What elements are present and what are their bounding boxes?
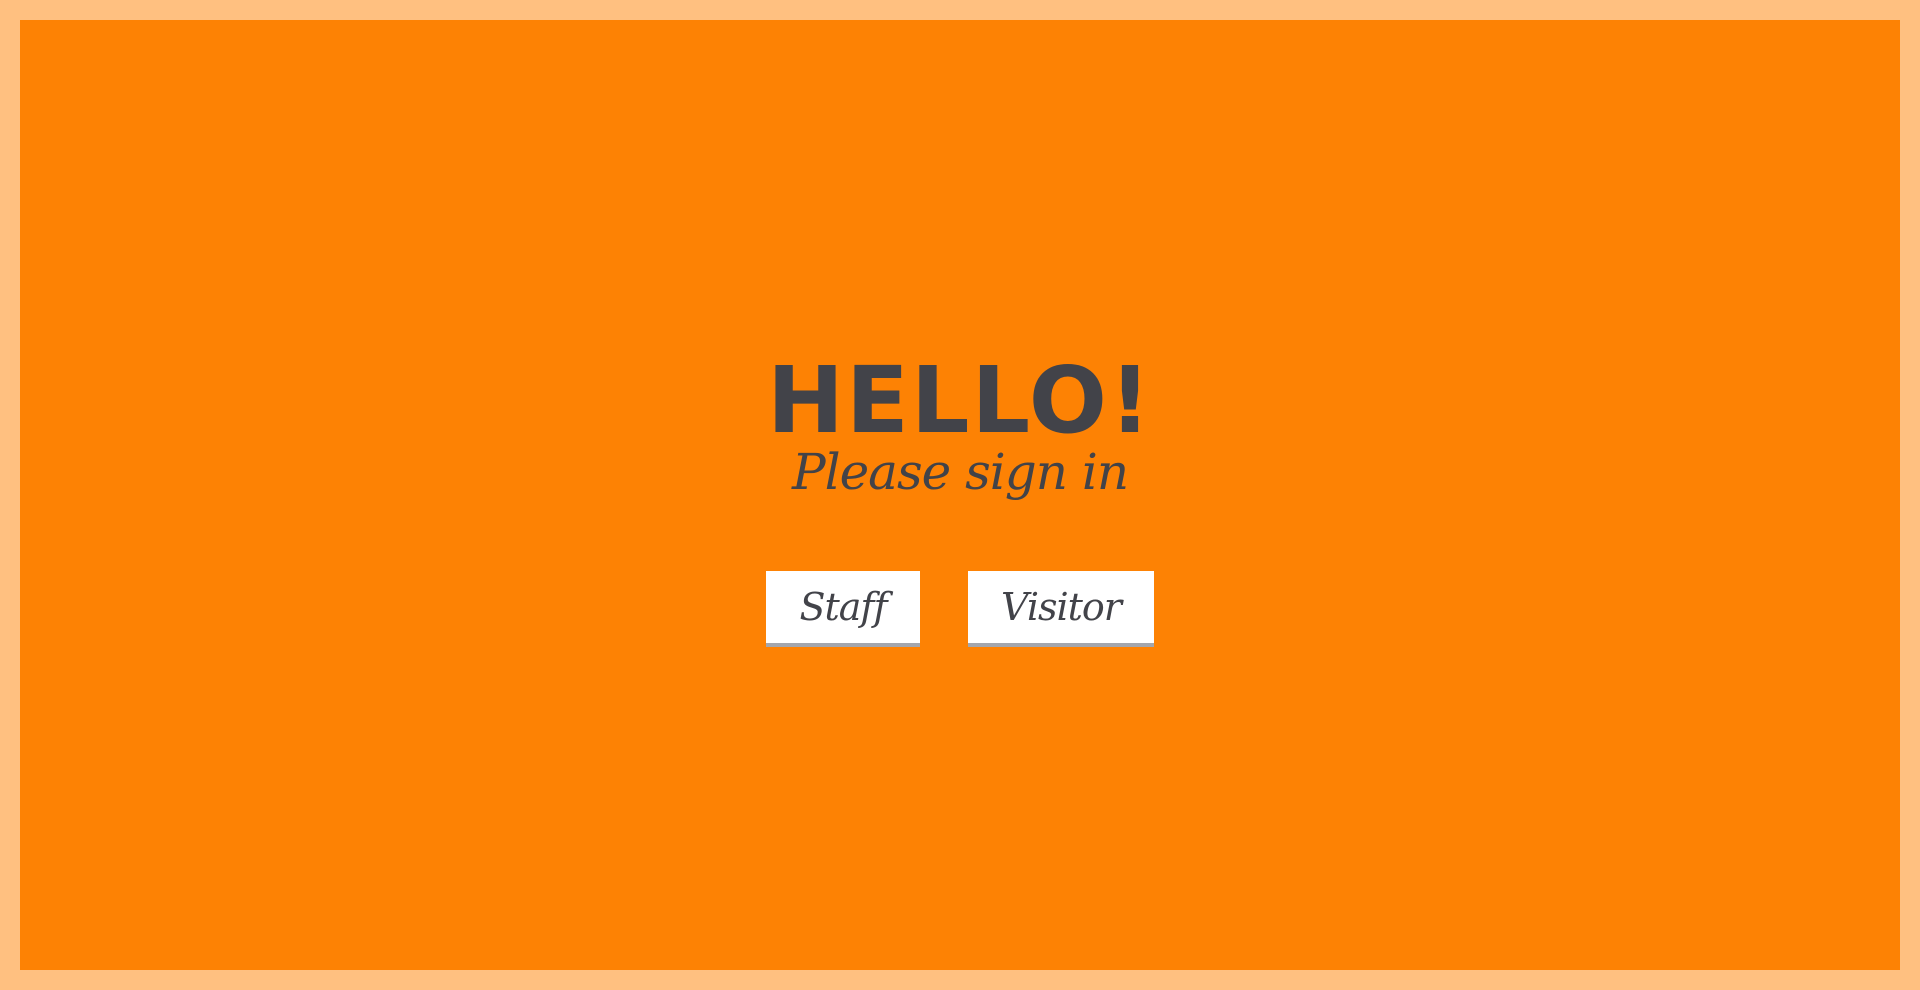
visitor-button[interactable]: Visitor [968,571,1154,647]
page-title: HELLO! [767,347,1153,454]
sign-in-panel: HELLO! Please sign in Staff Visitor [20,20,1900,970]
sign-in-content: HELLO! Please sign in Staff Visitor [20,20,1900,970]
staff-button[interactable]: Staff [766,571,920,647]
page-subtitle: Please sign in [791,443,1129,501]
